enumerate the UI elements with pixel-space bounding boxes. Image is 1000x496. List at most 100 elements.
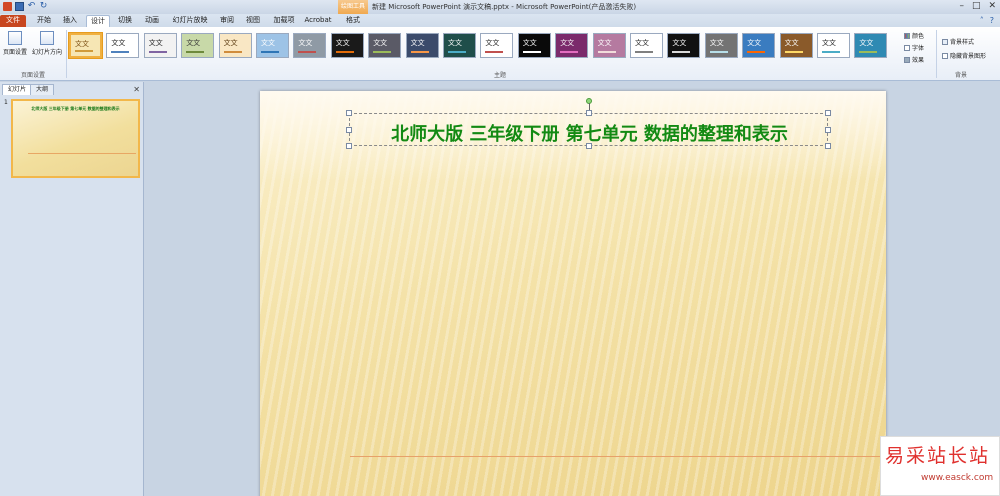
- theme-thumbnail[interactable]: 文文: [330, 33, 364, 58]
- quick-access-toolbar: ↶ ↻: [3, 1, 48, 12]
- group-separator: [936, 30, 937, 78]
- theme-thumbnail[interactable]: 文文: [106, 33, 140, 58]
- background-group-label: 背景: [954, 72, 967, 79]
- theme-thumbnail[interactable]: 文文: [293, 33, 327, 58]
- hide-background-graphics-checkbox[interactable]: 隐藏背景图形: [942, 51, 986, 60]
- resize-handle[interactable]: [825, 143, 831, 149]
- minimize-icon[interactable]: –: [959, 1, 964, 11]
- tab-view[interactable]: 视图: [242, 15, 264, 27]
- theme-effects-button[interactable]: 效果: [904, 55, 924, 64]
- theme-sample-text: 文文: [75, 40, 89, 48]
- theme-sample-text: 文文: [111, 39, 126, 47]
- tab-slideshow[interactable]: 幻灯片放映: [170, 15, 210, 27]
- theme-thumbnail[interactable]: 文文: [555, 33, 589, 58]
- resize-handle[interactable]: [346, 143, 352, 149]
- theme-thumbnail[interactable]: 文文: [630, 33, 663, 58]
- thumbnail-title: 北师大版 三年级下册 第七单元 数据的整理和表示: [31, 106, 120, 111]
- tab-design[interactable]: 设计: [86, 15, 110, 27]
- ribbon-tabs: 文件 开始 插入 设计 切换 动画 幻灯片放映 审阅 视图 加载项 Acroba…: [0, 14, 1000, 27]
- theme-sample-text: 文文: [148, 39, 163, 47]
- theme-thumbnail[interactable]: 文文: [143, 33, 177, 58]
- resize-handle[interactable]: [825, 110, 831, 116]
- tab-home[interactable]: 开始: [33, 15, 55, 27]
- theme-color-bar: [522, 51, 541, 53]
- tab-acrobat[interactable]: Acrobat: [303, 15, 333, 27]
- slide-canvas[interactable]: 北师大版 三年级下册 第七单元 数据的整理和表示: [260, 91, 886, 496]
- page-setup-icon: [8, 31, 22, 45]
- theme-sample-text: 文文: [448, 39, 462, 47]
- powerpoint-logo-icon[interactable]: [3, 2, 12, 11]
- slide-workspace: 北师大版 三年级下册 第七单元 数据的整理和表示: [145, 82, 1000, 496]
- tab-review[interactable]: 审阅: [216, 15, 238, 27]
- theme-thumbnail[interactable]: 文文: [742, 33, 776, 58]
- tab-insert[interactable]: 插入: [59, 15, 81, 27]
- theme-thumbnail[interactable]: 文文: [218, 33, 252, 58]
- theme-fonts-button[interactable]: 字体: [904, 43, 924, 52]
- watermark-text: 易采站长站: [885, 445, 991, 467]
- theme-thumbnail[interactable]: 文文: [480, 33, 514, 58]
- theme-color-bar: [148, 51, 167, 53]
- tab-format[interactable]: 格式: [342, 15, 364, 27]
- theme-thumbnail[interactable]: 文文: [817, 33, 850, 58]
- theme-thumbnail[interactable]: 文文: [704, 33, 738, 58]
- tab-outline[interactable]: 大纲: [30, 84, 55, 95]
- tab-file[interactable]: 文件: [0, 15, 26, 27]
- pane-tabs: 幻灯片 大纲 ✕: [0, 84, 144, 95]
- theme-colors-button[interactable]: 颜色: [904, 31, 924, 40]
- page-setup-button[interactable]: 页面设置: [2, 31, 28, 56]
- resize-handle[interactable]: [825, 127, 831, 133]
- resize-handle[interactable]: [586, 110, 592, 116]
- theme-thumbnail[interactable]: 文文: [592, 33, 626, 58]
- theme-color-bar: [709, 51, 728, 53]
- close-icon[interactable]: ✕: [133, 85, 140, 94]
- tab-animations[interactable]: 动画: [141, 15, 163, 27]
- redo-icon[interactable]: ↻: [39, 2, 48, 11]
- help-icon[interactable]: ?: [990, 16, 994, 25]
- group-separator: [66, 30, 67, 78]
- theme-sample-text: 文文: [298, 39, 313, 47]
- theme-thumbnail[interactable]: 文文: [443, 33, 476, 58]
- title-placeholder[interactable]: 北师大版 三年级下册 第七单元 数据的整理和表示: [346, 110, 831, 149]
- theme-sample-text: 文文: [410, 39, 425, 47]
- theme-sample-text: 文文: [672, 39, 687, 47]
- resize-handle[interactable]: [346, 127, 352, 133]
- theme-sample-text: 文文: [335, 39, 350, 47]
- tab-transitions[interactable]: 切换: [114, 15, 136, 27]
- save-icon[interactable]: [15, 2, 24, 11]
- resize-handle[interactable]: [346, 110, 352, 116]
- theme-thumbnail[interactable]: 文文: [854, 33, 888, 58]
- theme-thumbnail[interactable]: 文文: [368, 33, 402, 58]
- undo-icon[interactable]: ↶: [27, 2, 36, 11]
- slide-thumbnail[interactable]: 北师大版 三年级下册 第七单元 数据的整理和表示: [11, 99, 140, 178]
- theme-thumbnail[interactable]: 文文: [405, 33, 439, 58]
- theme-sample-text: 文文: [859, 39, 874, 47]
- theme-color-bar: [373, 51, 392, 53]
- theme-thumbnail[interactable]: 文文: [256, 33, 289, 58]
- background-styles-button[interactable]: 背景样式: [942, 37, 974, 46]
- theme-thumbnail[interactable]: 文文: [69, 33, 102, 58]
- slides-pane: 幻灯片 大纲 ✕ 1 北师大版 三年级下册 第七单元 数据的整理和表示: [0, 82, 144, 496]
- close-icon[interactable]: ✕: [988, 1, 996, 11]
- slide-orientation-label: 幻灯片方向: [31, 49, 62, 56]
- effects-icon: [904, 56, 910, 63]
- hide-background-label: 隐藏背景图形: [950, 53, 987, 60]
- theme-color-bar: [784, 51, 803, 53]
- effects-label: 效果: [912, 57, 925, 64]
- theme-color-bar: [186, 51, 205, 53]
- themes-group-label: 主题: [493, 72, 506, 79]
- theme-color-bar: [597, 51, 616, 53]
- theme-sample-text: 文文: [223, 39, 238, 47]
- theme-thumbnail[interactable]: 文文: [667, 33, 701, 58]
- theme-thumbnail[interactable]: 文文: [181, 33, 215, 58]
- slide-orientation-button[interactable]: 幻灯片方向: [31, 31, 63, 56]
- window-controls: – □ ✕: [959, 1, 996, 11]
- theme-thumbnail[interactable]: 文文: [517, 33, 551, 58]
- tab-addins[interactable]: 加载项: [270, 15, 298, 27]
- tab-slides[interactable]: 幻灯片: [2, 84, 33, 95]
- ribbon-collapse-icon[interactable]: ˄: [980, 16, 984, 25]
- maximize-icon[interactable]: □: [972, 1, 981, 11]
- theme-sample-text: 文文: [485, 39, 500, 47]
- theme-thumbnail[interactable]: 文文: [779, 33, 813, 58]
- theme-sample-text: 文文: [560, 39, 575, 47]
- resize-handle[interactable]: [586, 143, 592, 149]
